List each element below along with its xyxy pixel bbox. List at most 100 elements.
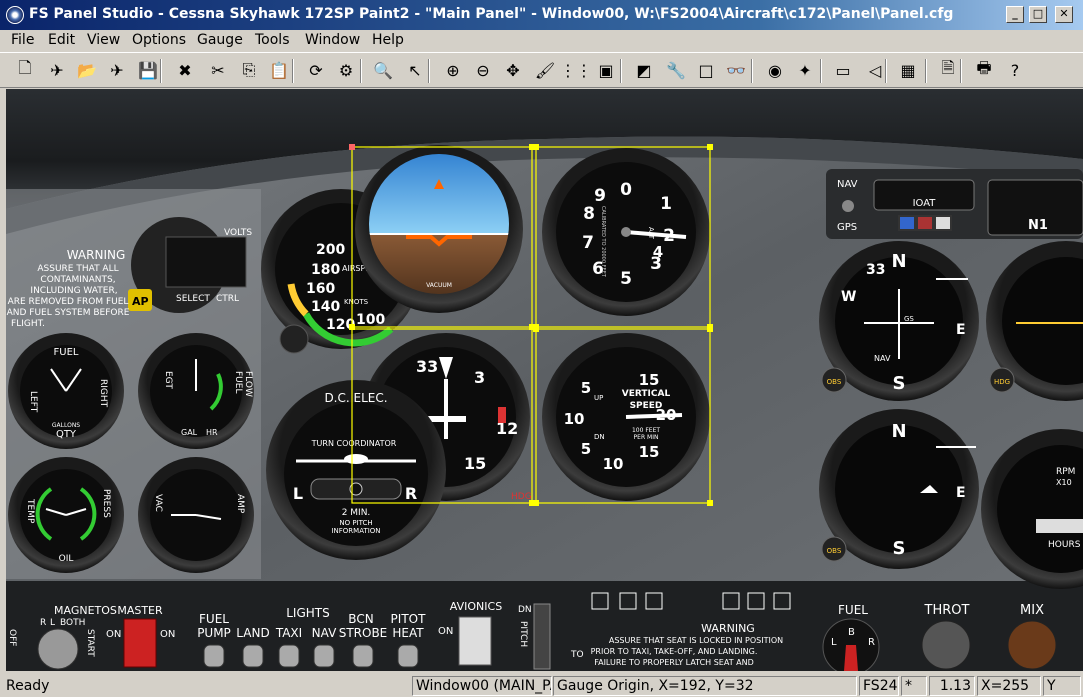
search-icon[interactable]: 🔍 — [370, 57, 396, 83]
svg-text:NAV: NAV — [312, 626, 337, 640]
zoom-in-icon[interactable]: ⊕ — [440, 57, 466, 83]
menu-bar: File Edit View Options Gauge Tools Windo… — [0, 30, 1083, 52]
svg-text:ASSURE THAT ALL: ASSURE THAT ALL — [37, 264, 118, 274]
svg-text:R: R — [405, 484, 417, 503]
panel-canvas[interactable]: VOLTS SELECT CTRL AP WARNING ASSURE THAT… — [6, 89, 1083, 671]
svg-text:MASTER: MASTER — [117, 604, 163, 617]
mixture-knob[interactable] — [1007, 620, 1057, 670]
open-folder-icon[interactable]: 📂 — [74, 57, 100, 83]
pitch-trim-wheel[interactable] — [533, 603, 551, 670]
status-bar: Ready Window00 (MAIN_PA Gauge Origin, X=… — [0, 674, 1083, 697]
svg-text:D.C. ELEC.: D.C. ELEC. — [324, 391, 387, 405]
airplane-new-icon[interactable]: ✈ — [44, 57, 70, 83]
cut-icon[interactable]: ✂ — [205, 57, 231, 83]
svg-text:100: 100 — [356, 312, 385, 328]
svg-text:TAXI: TAXI — [275, 626, 302, 640]
minimize-button[interactable]: _ — [1006, 6, 1024, 23]
zoom-out-icon[interactable]: ⊖ — [470, 57, 496, 83]
svg-text:AVIONICS: AVIONICS — [450, 600, 502, 613]
svg-text:CONTAMINANTS,: CONTAMINANTS, — [40, 275, 115, 285]
new-file-icon[interactable]: 🗋 — [12, 57, 38, 83]
svg-text:BCN: BCN — [348, 612, 373, 626]
svg-text:L: L — [831, 637, 837, 648]
menu-help[interactable]: Help — [372, 32, 404, 48]
svg-text:NO PITCH: NO PITCH — [339, 519, 372, 527]
maximize-button[interactable]: □ — [1029, 6, 1047, 23]
svg-text:OBS: OBS — [827, 378, 842, 386]
save-icon[interactable]: 💾 — [135, 57, 161, 83]
menu-window[interactable]: Window — [305, 32, 360, 48]
brush-icon[interactable]: 🖌 — [532, 57, 558, 83]
svg-text:ON: ON — [160, 629, 175, 640]
toolbar-separator — [620, 59, 622, 83]
move-icon[interactable]: ✥ — [500, 57, 526, 83]
volts-label: VOLTS — [224, 228, 252, 238]
toolbar-separator — [428, 59, 430, 83]
svg-text:DN: DN — [518, 605, 532, 615]
toolbar: 🗋 ✈ 📂 ✈ 💾 ✖ ✂ ⎘ 📋 ⟳ ⚙ 🔍 ↖ ⊕ ⊖ ✥ 🖌 ⋮⋮ ▣ ◩ 🔧 □ 👓 ◉ ✦ ▭ ◁ ▦ 🗎 🖶? — [0, 52, 1083, 88]
help-icon[interactable]: ? — [1002, 57, 1028, 83]
status-y-coord: Y — [1043, 676, 1081, 696]
preview-icon[interactable]: 🗎 — [935, 57, 961, 83]
menu-edit[interactable]: Edit — [48, 32, 75, 48]
vac-amp-gauge: VAC AMP — [138, 457, 254, 573]
svg-text:DN: DN — [594, 433, 605, 441]
menu-gauge[interactable]: Gauge — [197, 32, 243, 48]
magnetos-key[interactable] — [37, 628, 79, 670]
copy-icon[interactable]: ⎘ — [236, 57, 262, 83]
svg-text:LIGHTS: LIGHTS — [286, 606, 330, 620]
paste-icon[interactable]: 📋 — [266, 57, 292, 83]
svg-text:ON: ON — [438, 626, 453, 637]
print-icon[interactable]: 🖶 — [971, 57, 997, 83]
menu-view[interactable]: View — [87, 32, 120, 48]
close-button[interactable]: ✕ — [1055, 6, 1073, 23]
svg-text:QTY: QTY — [56, 429, 77, 440]
window-icon[interactable]: ▭ — [830, 57, 856, 83]
svg-text:L: L — [50, 618, 55, 628]
delete-icon[interactable]: ✖ — [172, 57, 198, 83]
status-window: Window00 (MAIN_PA — [412, 676, 552, 696]
throttle-knob[interactable] — [921, 620, 971, 670]
bevel-icon[interactable]: ◩ — [631, 57, 657, 83]
svg-text:FAILURE TO PROPERLY LATCH SEAT: FAILURE TO PROPERLY LATCH SEAT AND — [594, 658, 754, 667]
svg-text:TEMP: TEMP — [25, 498, 35, 524]
svg-text:100 FEET: 100 FEET — [632, 427, 660, 434]
svg-text:PITOT: PITOT — [391, 612, 427, 626]
select-gauges-icon[interactable]: ▣ — [593, 57, 619, 83]
airplane-open-icon[interactable]: ✈ — [104, 57, 130, 83]
menu-file[interactable]: File — [11, 32, 34, 48]
toolbar-separator — [820, 59, 822, 83]
bitmap-icon[interactable]: ▦ — [895, 57, 921, 83]
svg-text:HOURS: HOURS — [1048, 540, 1081, 550]
pointer-icon[interactable]: ↖ — [402, 57, 428, 83]
altimeter: 0 1 2 3 5 6 7 8 9 4 ALT CALIBRATED TO 20… — [542, 148, 710, 316]
properties-icon[interactable]: ⚙ — [333, 57, 359, 83]
svg-text:KNOTS: KNOTS — [344, 298, 369, 306]
svg-text:LAND: LAND — [236, 626, 269, 640]
gauge-icon[interactable]: ◉ — [762, 57, 788, 83]
svg-text:PER MIN: PER MIN — [634, 434, 659, 441]
svg-text:L: L — [293, 484, 303, 503]
magic-icon[interactable]: ✦ — [792, 57, 818, 83]
svg-text:7: 7 — [582, 233, 594, 253]
grid-icon[interactable]: ⋮⋮ — [560, 57, 592, 83]
svg-text:NAV: NAV — [837, 179, 858, 190]
svg-text:OBS: OBS — [827, 547, 842, 555]
toolbar-separator — [925, 59, 927, 83]
svg-text:PRIOR TO TAXI, TAKE-OFF, AND L: PRIOR TO TAXI, TAKE-OFF, AND LANDING. — [591, 647, 758, 656]
menu-tools[interactable]: Tools — [255, 32, 290, 48]
frame-icon[interactable]: □ — [693, 57, 719, 83]
refresh-icon[interactable]: ⟳ — [303, 57, 329, 83]
svg-text:E: E — [956, 322, 966, 338]
menu-options[interactable]: Options — [132, 32, 186, 48]
master-switch[interactable] — [123, 618, 157, 668]
airspeed-knob[interactable] — [279, 324, 309, 354]
glasses-icon[interactable]: 👓 — [723, 57, 749, 83]
avionics-switch[interactable] — [458, 616, 492, 666]
svg-text:R: R — [868, 637, 875, 648]
app-icon[interactable] — [6, 6, 24, 24]
svg-text:WARNING: WARNING — [67, 248, 126, 262]
svg-text:X10: X10 — [1056, 478, 1072, 487]
wrench-icon[interactable]: 🔧 — [663, 57, 689, 83]
svg-text:LEFT: LEFT — [28, 391, 38, 413]
